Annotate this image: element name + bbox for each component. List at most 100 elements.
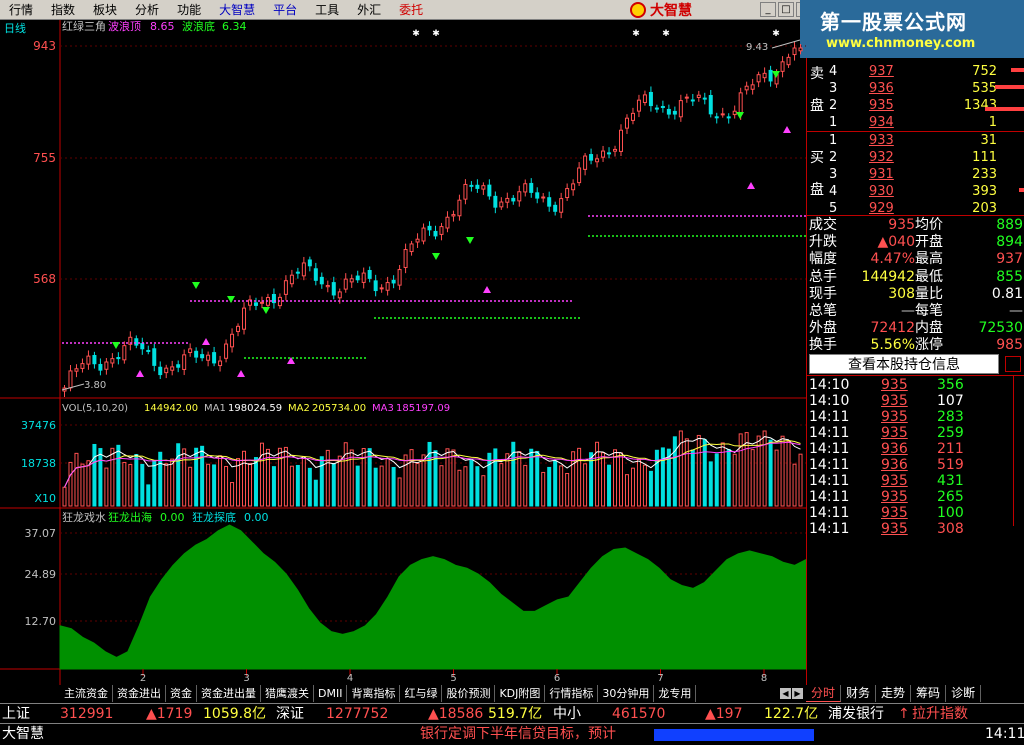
- dragon-area: [59, 524, 807, 670]
- buy-volume: 233: [972, 167, 997, 182]
- volume-bar: [583, 463, 588, 507]
- menu-item-9[interactable]: 委托: [390, 0, 432, 20]
- volume-bar: [523, 464, 528, 507]
- indicator-tab-5[interactable]: DMII: [314, 685, 348, 702]
- volume-bar: [116, 444, 121, 507]
- restore-button[interactable]: □: [778, 2, 794, 17]
- sell-row[interactable]: 2 935 1343: [807, 98, 1024, 114]
- buy-volume: 31: [980, 133, 997, 148]
- menu-item-8[interactable]: 外汇: [348, 0, 390, 20]
- holdings-button[interactable]: 查看本股持仓信息: [809, 354, 999, 374]
- candle-body: [283, 280, 288, 295]
- indicator-tab-11[interactable]: 30分钟用: [598, 685, 655, 702]
- candle-body: [499, 201, 504, 208]
- indicator-tab-12[interactable]: 龙专用: [654, 685, 697, 702]
- tick-time: 14:11: [809, 489, 850, 505]
- volume-bar: [164, 463, 169, 507]
- candle-body: [463, 183, 468, 200]
- month-label: 3: [243, 673, 249, 684]
- indicator-tab-0[interactable]: 主流资金: [60, 685, 113, 702]
- site-banner[interactable]: 第一股票公式网 www.chnmoney.com: [800, 0, 1024, 58]
- indicator-tab-10[interactable]: 行情指标: [545, 685, 599, 702]
- stat-label: 总手: [809, 268, 837, 285]
- menu-item-2[interactable]: 板块: [84, 0, 126, 20]
- app-label[interactable]: 大智慧: [2, 724, 44, 745]
- volume-bar: [271, 466, 276, 507]
- volume-bar: [636, 458, 641, 507]
- indicator-tab-6[interactable]: 背离指标: [347, 685, 401, 702]
- tick-row: 14:11 935 308: [807, 521, 1024, 537]
- indicator-tab-4[interactable]: 猎鹰渡关: [261, 685, 314, 702]
- kline-chart-area[interactable]: 日线 红绿三角 波浪顶 8.65 波浪底 6.34 943 755 568 ✱ ✱ ✱ ✱ ✱ 9.43 3.…: [0, 19, 807, 685]
- right-tab-1[interactable]: 财务: [841, 685, 877, 702]
- buy-row[interactable]: 3 931 233: [807, 167, 1024, 183]
- indicator-tab-3[interactable]: 资金进出量: [197, 685, 261, 702]
- volume-bar: [565, 472, 570, 507]
- volume-bar: [92, 443, 97, 507]
- stat-label: 成交: [809, 217, 837, 233]
- indicator-tab-7[interactable]: 红与绿: [400, 685, 443, 702]
- sh-label[interactable]: 上证: [2, 704, 30, 724]
- stat-value: 4.47%: [870, 251, 915, 268]
- sz-label[interactable]: 深证: [276, 704, 304, 724]
- minimize-button[interactable]: _: [760, 2, 776, 17]
- menu-item-6[interactable]: 平台: [264, 0, 306, 20]
- sell-row[interactable]: 1 934 1: [807, 115, 1024, 131]
- right-tab-3[interactable]: 筹码: [911, 685, 947, 702]
- tick-volume: 100: [937, 505, 964, 521]
- volume-bar: [798, 453, 803, 507]
- menu-item-1[interactable]: 指数: [42, 0, 84, 20]
- indicator-tab-2[interactable]: 资金: [166, 685, 197, 702]
- menu-item-3[interactable]: 分析: [126, 0, 168, 20]
- candle-body: [708, 95, 713, 115]
- tick-volume: 107: [937, 393, 964, 409]
- scroll-right-icon[interactable]: ▶: [792, 688, 803, 699]
- zx-label[interactable]: 中小: [553, 704, 581, 724]
- indicator-tab-8[interactable]: 股价预测: [442, 685, 496, 702]
- right-tab-0[interactable]: 分时: [806, 685, 842, 702]
- indicator-tab-1[interactable]: 资金进出: [113, 685, 166, 702]
- stat-label: 最低: [915, 268, 943, 285]
- candle-body: [756, 74, 761, 83]
- buy-row[interactable]: 4 930 393: [807, 184, 1024, 200]
- indicator-tab-9[interactable]: KDJ附图: [495, 685, 546, 702]
- sh-amount: 1059.8亿: [203, 706, 266, 722]
- index-name[interactable]: 拉升指数: [912, 704, 968, 724]
- buy-row[interactable]: 2 932 111: [807, 150, 1024, 166]
- tick-time: 14:11: [809, 441, 850, 457]
- sell-level: 2: [829, 98, 838, 113]
- menu-item-4[interactable]: 功能: [168, 0, 210, 20]
- tick-time: 14:11: [809, 505, 850, 521]
- right-tab-4[interactable]: 诊断: [946, 685, 982, 702]
- sell-row[interactable]: 4 937 752: [807, 64, 1024, 80]
- buy-row[interactable]: 1 933 31: [807, 133, 1024, 149]
- right-tab-2[interactable]: 走势: [876, 685, 912, 702]
- progress-strip: [654, 729, 814, 741]
- buy-depth-bar: [1019, 188, 1024, 192]
- holdings-side-icon[interactable]: [1005, 356, 1021, 372]
- stat-label: 内盘: [915, 320, 943, 337]
- candle-body: [696, 94, 701, 98]
- menu-item-7[interactable]: 工具: [306, 0, 348, 20]
- volume-bar: [792, 463, 797, 507]
- sell-row[interactable]: 3 936 535: [807, 81, 1024, 97]
- scroll-left-icon[interactable]: ◀: [780, 688, 791, 699]
- tick-volume: 265: [937, 489, 964, 505]
- tick-scrollbar[interactable]: [1013, 376, 1023, 526]
- stock-name[interactable]: 浦发银行: [828, 704, 884, 724]
- volume-bar: [439, 465, 444, 507]
- candle-body: [505, 197, 510, 203]
- volume-bar: [577, 447, 582, 507]
- month-label: 6: [554, 673, 560, 684]
- candle-body: [565, 188, 570, 199]
- volume-bar: [630, 467, 635, 507]
- candle-body: [786, 56, 791, 66]
- menu-item-5[interactable]: 大智慧: [210, 0, 264, 20]
- volume-bar: [457, 469, 462, 507]
- dragon-axis-label: 12.70: [25, 615, 57, 628]
- stat-label: 幅度: [809, 251, 837, 268]
- news-ticker[interactable]: 银行定调下半年信贷目标，预计: [420, 724, 616, 745]
- menu-item-0[interactable]: 行情: [0, 0, 42, 20]
- candle-body: [361, 272, 366, 283]
- chart-svg[interactable]: 日线 红绿三角 波浪顶 8.65 波浪底 6.34943755568✱ ✱ ✱ ✱ ✱9.433.…: [0, 19, 807, 685]
